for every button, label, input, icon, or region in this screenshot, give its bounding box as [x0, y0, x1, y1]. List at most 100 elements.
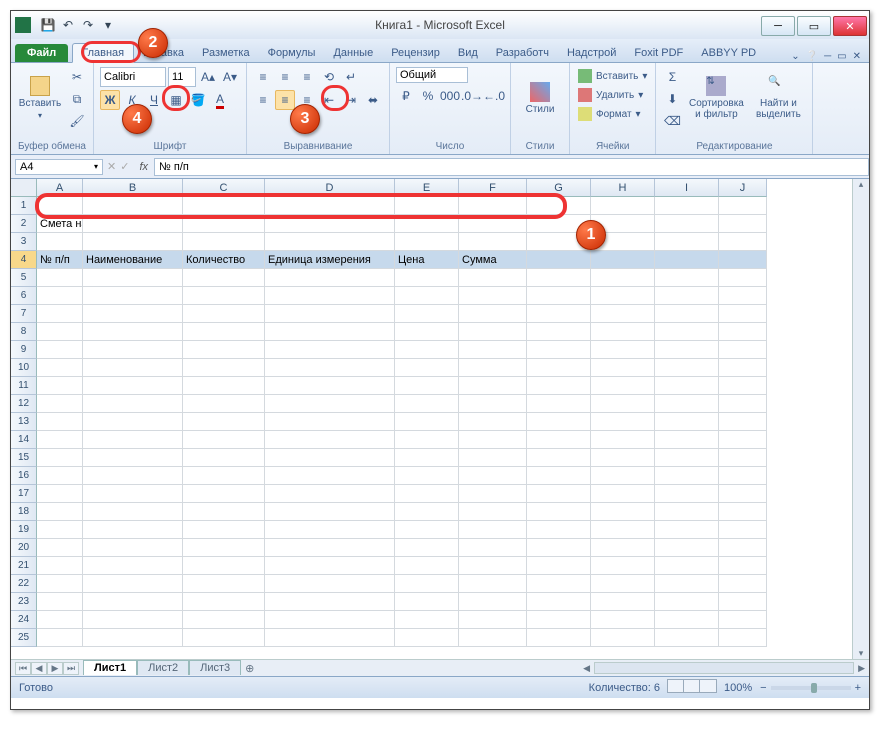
cell-H9[interactable] [591, 341, 655, 359]
cell-D4[interactable]: Единица измерения [265, 251, 395, 269]
tab-data[interactable]: Данные [324, 44, 382, 62]
cell-B12[interactable] [83, 395, 183, 413]
cell-C12[interactable] [183, 395, 265, 413]
autosum-button[interactable]: Σ [662, 67, 682, 87]
cell-B21[interactable] [83, 557, 183, 575]
clear-button[interactable]: ⌫ [662, 111, 682, 131]
increase-indent-button[interactable]: ⇥ [341, 90, 361, 110]
cell-D1[interactable] [265, 197, 395, 215]
tab-view[interactable]: Вид [449, 44, 487, 62]
cell-E18[interactable] [395, 503, 459, 521]
cell-D24[interactable] [265, 611, 395, 629]
row-head-13[interactable]: 13 [11, 413, 37, 431]
cell-J1[interactable] [719, 197, 767, 215]
cell-C24[interactable] [183, 611, 265, 629]
cell-C23[interactable] [183, 593, 265, 611]
cell-H19[interactable] [591, 521, 655, 539]
border-button[interactable]: ▦ [166, 90, 186, 110]
row-head-25[interactable]: 25 [11, 629, 37, 647]
cell-F13[interactable] [459, 413, 527, 431]
cell-J17[interactable] [719, 485, 767, 503]
bold-button[interactable]: Ж [100, 90, 120, 110]
cell-C4[interactable]: Количество [183, 251, 265, 269]
row-head-11[interactable]: 11 [11, 377, 37, 395]
mdi-min-icon[interactable]: ─ [824, 51, 831, 62]
cell-D13[interactable] [265, 413, 395, 431]
cell-H10[interactable] [591, 359, 655, 377]
cell-C17[interactable] [183, 485, 265, 503]
cell-H13[interactable] [591, 413, 655, 431]
row-head-16[interactable]: 16 [11, 467, 37, 485]
cell-G15[interactable] [527, 449, 591, 467]
cell-E22[interactable] [395, 575, 459, 593]
cell-E1[interactable] [395, 197, 459, 215]
cell-J7[interactable] [719, 305, 767, 323]
cell-H23[interactable] [591, 593, 655, 611]
cell-G18[interactable] [527, 503, 591, 521]
cell-H25[interactable] [591, 629, 655, 647]
cell-C2[interactable] [183, 215, 265, 233]
row-head-19[interactable]: 19 [11, 521, 37, 539]
cell-G17[interactable] [527, 485, 591, 503]
currency-button[interactable]: ₽ [396, 86, 416, 106]
decrease-font-button[interactable]: A▾ [220, 67, 240, 87]
cell-E17[interactable] [395, 485, 459, 503]
cell-D16[interactable] [265, 467, 395, 485]
align-middle-button[interactable]: ≡ [275, 67, 295, 87]
cell-E21[interactable] [395, 557, 459, 575]
cell-H20[interactable] [591, 539, 655, 557]
cell-I24[interactable] [655, 611, 719, 629]
cell-E13[interactable] [395, 413, 459, 431]
cell-F8[interactable] [459, 323, 527, 341]
cell-I14[interactable] [655, 431, 719, 449]
cell-D2[interactable] [265, 215, 395, 233]
cell-I15[interactable] [655, 449, 719, 467]
sheet-nav-first[interactable]: ⏮ [15, 662, 31, 675]
cell-D20[interactable] [265, 539, 395, 557]
align-bottom-button[interactable]: ≡ [297, 67, 317, 87]
tab-addins[interactable]: Надстрой [558, 44, 625, 62]
cell-E3[interactable] [395, 233, 459, 251]
cell-I7[interactable] [655, 305, 719, 323]
row-head-5[interactable]: 5 [11, 269, 37, 287]
cell-I6[interactable] [655, 287, 719, 305]
col-head-g[interactable]: G [527, 179, 591, 197]
qat-redo[interactable]: ↷ [79, 16, 97, 34]
cell-I16[interactable] [655, 467, 719, 485]
row-head-15[interactable]: 15 [11, 449, 37, 467]
align-top-button[interactable]: ≡ [253, 67, 273, 87]
row-head-10[interactable]: 10 [11, 359, 37, 377]
fill-button[interactable]: ⬇ [662, 89, 682, 109]
cell-F19[interactable] [459, 521, 527, 539]
cell-H7[interactable] [591, 305, 655, 323]
tab-review[interactable]: Рецензир [382, 44, 449, 62]
cancel-icon[interactable]: ✕ [107, 160, 116, 173]
cell-J8[interactable] [719, 323, 767, 341]
cell-D22[interactable] [265, 575, 395, 593]
row-head-8[interactable]: 8 [11, 323, 37, 341]
cell-F2[interactable] [459, 215, 527, 233]
cell-A16[interactable] [37, 467, 83, 485]
maximize-button[interactable]: ▭ [797, 16, 831, 36]
cell-H24[interactable] [591, 611, 655, 629]
cell-D18[interactable] [265, 503, 395, 521]
cell-C15[interactable] [183, 449, 265, 467]
sheet-nav-last[interactable]: ⏭ [63, 662, 79, 675]
cell-F21[interactable] [459, 557, 527, 575]
cell-B15[interactable] [83, 449, 183, 467]
cell-A2[interactable]: Смета на работы [37, 215, 83, 233]
name-box[interactable]: A4▾ [15, 159, 103, 175]
orientation-button[interactable]: ⟲ [319, 67, 339, 87]
cell-E15[interactable] [395, 449, 459, 467]
cell-F9[interactable] [459, 341, 527, 359]
tab-developer[interactable]: Разработч [487, 44, 558, 62]
align-left-button[interactable]: ≡ [253, 90, 273, 110]
cell-I3[interactable] [655, 233, 719, 251]
cell-G4[interactable] [527, 251, 591, 269]
cell-A6[interactable] [37, 287, 83, 305]
cell-A10[interactable] [37, 359, 83, 377]
cell-F15[interactable] [459, 449, 527, 467]
cell-C6[interactable] [183, 287, 265, 305]
cell-J22[interactable] [719, 575, 767, 593]
cell-E7[interactable] [395, 305, 459, 323]
